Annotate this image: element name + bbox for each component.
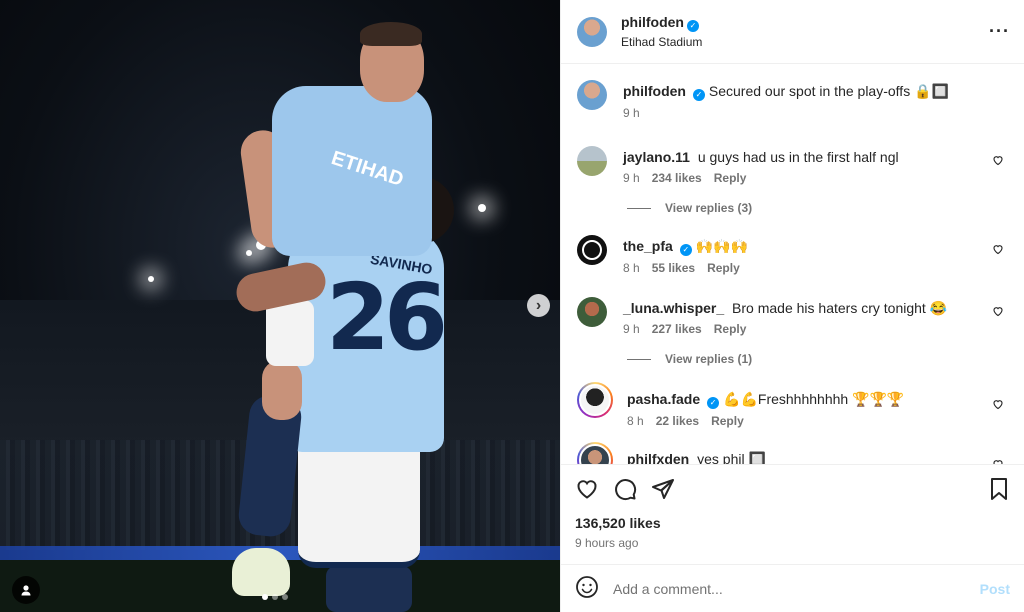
divider-line: [627, 358, 651, 360]
share-button[interactable]: [651, 477, 675, 501]
heart-icon[interactable]: [992, 458, 1004, 464]
share-icon: [652, 479, 674, 499]
post-photo[interactable]: 26 SAVINHO ETIHAD ›: [0, 0, 560, 612]
caption: philfoden ✓ Secured our spot in the play-…: [577, 80, 1008, 120]
player-shorts: [298, 432, 420, 568]
emoji-button[interactable]: [575, 575, 599, 602]
heart-icon: [577, 480, 597, 499]
avatar[interactable]: [577, 80, 607, 110]
avatar[interactable]: [579, 444, 611, 464]
comment-time: 8 h: [623, 261, 640, 275]
player-leg: [262, 360, 302, 420]
comment-item: jaylano.11 u guys had us in the first ha…: [577, 146, 1008, 185]
comment-text: Bro made his haters cry tonight 😂: [732, 300, 948, 316]
comment-input[interactable]: [613, 580, 980, 597]
verified-badge-icon: ✓: [679, 244, 692, 256]
comment-item: pasha.fade ✓ 💪💪Freshhhhhhhh 🏆🏆🏆 8 h 22 li…: [577, 382, 1008, 428]
comment-likes[interactable]: 55 likes: [652, 261, 695, 275]
comment-time: 9 h: [623, 171, 640, 185]
post-comment-button[interactable]: Post: [980, 581, 1010, 597]
post-panel: philfoden ✓ Etihad Stadium ··· philfoden ✓…: [560, 0, 1024, 612]
player-shorts: [266, 300, 314, 366]
reply-button[interactable]: Reply: [714, 171, 747, 185]
divider-line: [627, 207, 651, 209]
comment-text: 🙌🙌🙌: [695, 238, 748, 254]
player-boot: [232, 548, 290, 596]
view-replies-label: View replies (3): [665, 201, 753, 215]
post-actions: 136,520 likes 9 hours ago: [561, 464, 1024, 564]
carousel-dot: [272, 594, 278, 600]
heart-icon[interactable]: [992, 305, 1004, 317]
likes-count[interactable]: 136,520 likes: [575, 515, 1010, 531]
comment-composer: Post: [561, 564, 1024, 612]
story-ring[interactable]: [577, 442, 613, 464]
carousel-dot: [282, 594, 288, 600]
football-icon: [582, 240, 602, 260]
floodlight: [478, 204, 486, 212]
reply-button[interactable]: Reply: [714, 322, 747, 336]
chevron-right-icon: ›: [535, 296, 542, 314]
comment-username[interactable]: jaylano.11: [623, 149, 690, 165]
reply-button[interactable]: Reply: [711, 414, 744, 428]
comment-username[interactable]: the_pfa: [623, 238, 673, 254]
view-replies-button[interactable]: View replies (1): [627, 352, 1008, 366]
comment-item: the_pfa ✓ 🙌🙌🙌 8 h 55 likes Reply: [577, 235, 1008, 275]
player-sock: [326, 566, 412, 612]
comment-username[interactable]: philfxden: [627, 451, 689, 464]
caption-text: Secured our spot in the play-offs 🔒🔲: [708, 83, 949, 99]
comment-likes[interactable]: 227 likes: [652, 322, 702, 336]
comment-item: philfxden yes phil 🔲: [577, 442, 1008, 464]
comment-item: _luna.whisper_ Bro made his haters cry t…: [577, 297, 1008, 336]
comment-text: 💪💪Freshhhhhhhh 🏆🏆🏆: [723, 391, 905, 407]
view-replies-button[interactable]: View replies (3): [627, 201, 1008, 215]
bookmark-icon: [991, 478, 1007, 500]
verified-badge-icon: ✓: [707, 397, 720, 409]
avatar[interactable]: [577, 146, 607, 176]
carousel-dot: [262, 594, 268, 600]
comment-button[interactable]: [613, 477, 637, 501]
post-time: 9 hours ago: [575, 536, 639, 550]
avatar[interactable]: [577, 297, 607, 327]
more-options-icon[interactable]: ···: [989, 21, 1010, 42]
like-button[interactable]: [575, 477, 599, 501]
floodlight: [246, 250, 252, 256]
next-photo-button[interactable]: ›: [527, 294, 550, 317]
player-hair: [360, 22, 422, 46]
comment-likes[interactable]: 22 likes: [656, 414, 699, 428]
verified-badge-icon: ✓: [693, 89, 705, 101]
comment-text: yes phil 🔲: [697, 451, 766, 464]
comment-username[interactable]: _luna.whisper_: [623, 300, 724, 316]
heart-icon[interactable]: [992, 243, 1004, 255]
story-ring[interactable]: [577, 382, 613, 418]
view-replies-label: View replies (1): [665, 352, 753, 366]
user-icon: [21, 585, 31, 596]
verified-badge-icon: ✓: [687, 20, 699, 32]
floodlight: [148, 276, 154, 282]
player-number: 26: [326, 264, 448, 371]
author-username[interactable]: philfoden: [621, 14, 684, 30]
post-location[interactable]: Etihad Stadium: [621, 35, 989, 49]
avatar[interactable]: [577, 235, 607, 265]
carousel-indicator: [262, 594, 288, 600]
post-header: philfoden ✓ Etihad Stadium ···: [561, 0, 1024, 64]
comment-username[interactable]: pasha.fade: [627, 391, 700, 407]
caption-time: 9 h: [623, 106, 640, 120]
comment-time: 8 h: [627, 414, 644, 428]
caption-username[interactable]: philfoden: [623, 83, 686, 99]
emoji-icon: [576, 576, 598, 598]
reply-button[interactable]: Reply: [707, 261, 740, 275]
comment-icon: [615, 479, 637, 501]
comments-list[interactable]: philfoden ✓ Secured our spot in the play-…: [561, 64, 1024, 464]
avatar[interactable]: [577, 16, 607, 47]
comment-time: 9 h: [623, 322, 640, 336]
comment-likes[interactable]: 234 likes: [652, 171, 702, 185]
comment-text: u guys had us in the first half ngl: [697, 149, 899, 165]
tagged-users-button[interactable]: [12, 576, 40, 604]
save-button[interactable]: [988, 477, 1010, 501]
avatar[interactable]: [579, 384, 611, 416]
heart-icon[interactable]: [992, 154, 1004, 166]
heart-icon[interactable]: [992, 398, 1004, 410]
